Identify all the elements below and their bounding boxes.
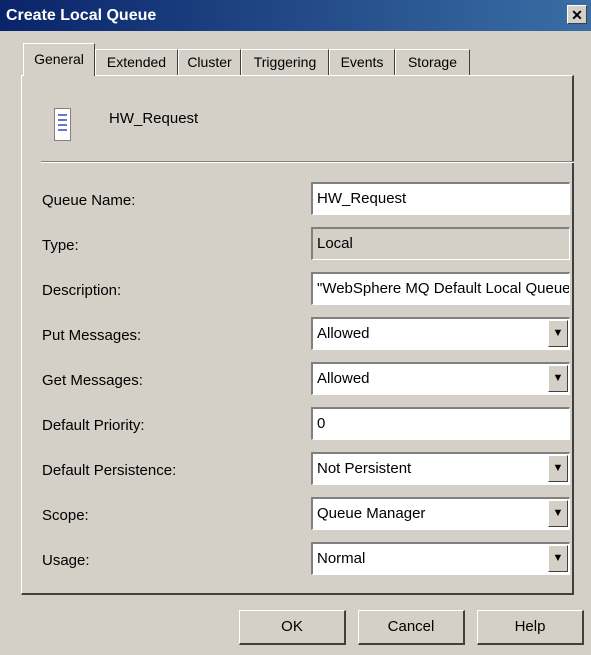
put-messages-select[interactable]: Allowed ▼ [311, 317, 570, 350]
queue-icon [54, 108, 71, 141]
default-persistence-label: Default Persistence: [42, 462, 177, 479]
queue-name-input[interactable]: HW_Request [311, 182, 570, 215]
tab-cluster[interactable]: Cluster [178, 49, 241, 76]
default-priority-input[interactable]: 0 [311, 407, 570, 440]
cancel-button[interactable]: Cancel [358, 610, 465, 645]
default-priority-label: Default Priority: [42, 417, 145, 434]
description-input[interactable]: "WebSphere MQ Default Local Queue" [311, 272, 570, 305]
description-label: Description: [42, 282, 122, 299]
tab-extended[interactable]: Extended [95, 49, 178, 76]
tab-general[interactable]: General [23, 43, 95, 76]
divider [41, 161, 574, 163]
general-panel: HW_Request Queue Name: HW_Request Type: … [21, 75, 574, 595]
tab-events[interactable]: Events [329, 49, 395, 76]
header-queue-name: HW_Request [109, 110, 199, 127]
tab-storage[interactable]: Storage [395, 49, 470, 76]
help-button[interactable]: Help [477, 610, 584, 645]
chevron-down-icon[interactable]: ▼ [548, 365, 568, 392]
window-title: Create Local Queue [6, 7, 157, 24]
chevron-down-icon[interactable]: ▼ [548, 455, 568, 482]
chevron-down-icon[interactable]: ▼ [548, 500, 568, 527]
ok-button[interactable]: OK [239, 610, 346, 645]
usage-label: Usage: [42, 552, 90, 569]
queue-name-label: Queue Name: [42, 192, 136, 209]
default-persistence-select[interactable]: Not Persistent ▼ [311, 452, 570, 485]
title-bar: Create Local Queue ✕ [0, 0, 591, 31]
type-label: Type: [42, 237, 79, 254]
chevron-down-icon[interactable]: ▼ [548, 320, 568, 347]
tab-triggering[interactable]: Triggering [241, 49, 329, 76]
get-messages-select[interactable]: Allowed ▼ [311, 362, 570, 395]
type-field: Local [311, 227, 570, 260]
get-messages-label: Get Messages: [42, 372, 143, 389]
close-icon: ✕ [571, 7, 583, 23]
scope-label: Scope: [42, 507, 89, 524]
chevron-down-icon[interactable]: ▼ [548, 545, 568, 572]
close-button[interactable]: ✕ [567, 5, 587, 24]
usage-select[interactable]: Normal ▼ [311, 542, 570, 575]
put-messages-label: Put Messages: [42, 327, 142, 344]
scope-select[interactable]: Queue Manager ▼ [311, 497, 570, 530]
